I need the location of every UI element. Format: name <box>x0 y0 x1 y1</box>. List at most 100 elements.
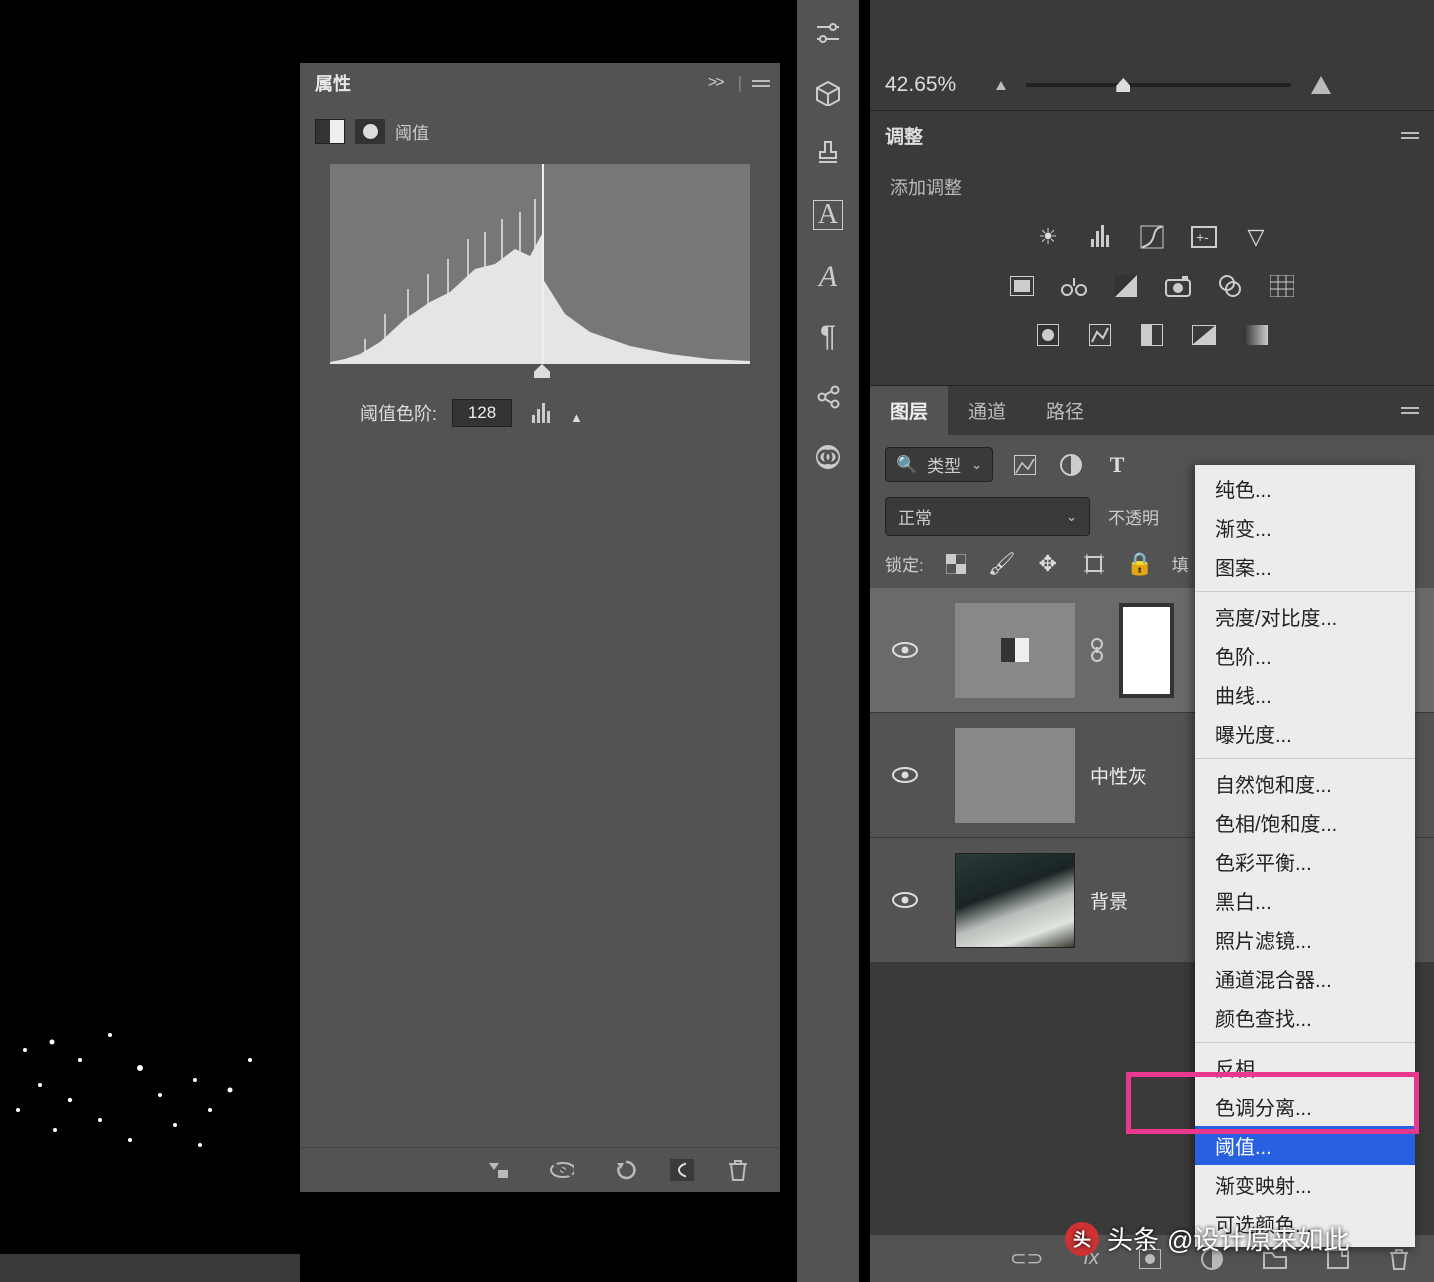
layer-filter-select[interactable]: 🔍 类型 ⌄ <box>885 447 993 482</box>
threshold-adjustment-icon <box>315 119 345 144</box>
photo-filter-icon[interactable] <box>1164 273 1192 298</box>
filter-pixel-icon[interactable] <box>1011 452 1039 477</box>
paragraph-icon[interactable]: ¶ <box>813 324 843 350</box>
character-panel-icon[interactable]: A <box>813 200 843 230</box>
posterize-icon[interactable] <box>1086 322 1114 347</box>
exposure-icon[interactable]: +- <box>1190 224 1218 249</box>
adjustments-menu-icon[interactable] <box>1401 129 1419 142</box>
layer-mask-thumbnail[interactable] <box>1119 603 1174 698</box>
lock-transparent-icon[interactable] <box>942 551 970 576</box>
hue-sat-icon[interactable] <box>1008 273 1036 298</box>
invert-icon[interactable] <box>1034 322 1062 347</box>
lock-artboard-icon[interactable] <box>1080 551 1108 576</box>
stamp-icon[interactable] <box>813 140 843 166</box>
delete-layer-icon[interactable] <box>1389 1248 1409 1270</box>
context-menu-item[interactable]: 照片滤镜... <box>1195 920 1415 959</box>
watermark: 头 头条 @设计原来如此 <box>1065 1220 1349 1257</box>
context-menu-item[interactable]: 渐变... <box>1195 508 1415 547</box>
visibility-icon[interactable] <box>870 767 940 783</box>
tab-layers[interactable]: 图层 <box>870 386 948 435</box>
share-icon[interactable] <box>813 384 843 410</box>
layer-name[interactable]: 背景 <box>1090 887 1128 914</box>
vibrance-icon[interactable]: ▽ <box>1242 224 1270 249</box>
lock-position-icon[interactable]: ✥ <box>1034 551 1062 576</box>
context-menu-item[interactable]: 色彩平衡... <box>1195 842 1415 881</box>
layers-menu-icon[interactable] <box>1401 404 1419 417</box>
properties-header: 属性 >> | <box>300 63 780 103</box>
layer-name[interactable]: 中性灰 <box>1090 762 1147 789</box>
link-layers-icon[interactable]: ⊂⊃ <box>1010 1246 1044 1271</box>
context-menu-item[interactable]: 纯色... <box>1195 469 1415 508</box>
adjustment-type-label: 阈值 <box>395 119 429 144</box>
visibility-icon[interactable] <box>870 642 940 658</box>
context-menu-item[interactable]: 曲线... <box>1195 675 1415 714</box>
context-menu-item[interactable]: 亮度/对比度... <box>1195 597 1415 636</box>
selective-color-icon[interactable] <box>1242 322 1270 347</box>
lock-all-icon[interactable]: 🔒 <box>1126 551 1154 576</box>
context-menu-item[interactable]: 自然饱和度... <box>1195 764 1415 803</box>
opacity-label: 不透明 <box>1108 504 1159 529</box>
filter-type-icon[interactable]: T <box>1103 452 1131 477</box>
panel-menu-icon[interactable] <box>752 77 770 90</box>
svg-text:+-: +- <box>1196 229 1209 245</box>
context-menu-item[interactable]: 颜色查找... <box>1195 998 1415 1037</box>
blend-mode-select[interactable]: 正常 ⌄ <box>885 497 1090 536</box>
watermark-text: @设计原来如此 <box>1167 1220 1349 1257</box>
annotation-highlight <box>1126 1072 1419 1134</box>
lock-label: 锁定: <box>885 551 924 576</box>
reset-icon[interactable] <box>614 1159 638 1181</box>
adjustments-header: 调整 <box>870 110 1434 160</box>
layer-thumbnail[interactable] <box>955 728 1075 823</box>
context-menu-item[interactable]: 图案... <box>1195 547 1415 586</box>
context-menu-item[interactable]: 曝光度... <box>1195 714 1415 753</box>
layer-thumbnail[interactable] <box>955 853 1075 948</box>
context-menu-separator <box>1195 591 1415 592</box>
sliders-icon[interactable] <box>813 20 843 46</box>
toggle-visibility-icon[interactable] <box>670 1159 694 1181</box>
lock-pixels-icon[interactable]: 🖌 <box>988 551 1016 576</box>
blend-mode-value: 正常 <box>898 504 932 529</box>
clip-to-layer-icon[interactable] <box>486 1159 510 1181</box>
properties-footer <box>300 1147 780 1192</box>
context-menu-item[interactable]: 黑白... <box>1195 881 1415 920</box>
view-previous-icon[interactable] <box>550 1159 574 1181</box>
collapse-button[interactable]: >> <box>708 74 738 92</box>
channel-mixer-icon[interactable] <box>1216 273 1244 298</box>
visibility-icon[interactable] <box>870 892 940 908</box>
color-balance-icon[interactable] <box>1060 273 1088 298</box>
context-menu-item[interactable]: 通道混合器... <box>1195 959 1415 998</box>
navigator-zoom-row: 42.65% <box>870 30 1434 110</box>
threshold-preset-icon[interactable] <box>1138 322 1166 347</box>
zoom-value: 42.65% <box>885 73 956 97</box>
cube-3d-icon[interactable] <box>813 80 843 106</box>
threshold-label: 阈值色阶: <box>360 400 437 426</box>
trash-icon[interactable] <box>726 1159 750 1181</box>
brightness-icon[interactable]: ☀ <box>1034 224 1062 249</box>
zoom-in-icon[interactable] <box>1311 76 1331 94</box>
tab-paths[interactable]: 路径 <box>1026 386 1104 435</box>
color-lookup-icon[interactable] <box>1268 273 1296 298</box>
gradient-map-icon[interactable] <box>1190 322 1218 347</box>
context-menu-item[interactable]: 渐变映射... <box>1195 1165 1415 1204</box>
layer-thumbnail[interactable] <box>955 603 1075 698</box>
context-menu-item[interactable]: 色相/饱和度... <box>1195 803 1415 842</box>
chevron-down-icon: ⌄ <box>971 457 982 473</box>
watermark-logo-icon: 头 <box>1065 1222 1099 1256</box>
black-white-icon[interactable] <box>1112 273 1140 298</box>
cc-libraries-icon[interactable] <box>813 444 843 470</box>
glyphs-icon[interactable]: A <box>813 264 843 290</box>
filter-adjustment-icon[interactable] <box>1057 452 1085 477</box>
curves-icon[interactable] <box>1138 224 1166 249</box>
context-menu-item[interactable]: 色阶... <box>1195 636 1415 675</box>
zoom-slider[interactable] <box>1026 83 1291 87</box>
levels-icon[interactable] <box>1086 224 1114 249</box>
layer-mask-icon[interactable] <box>355 119 385 144</box>
document-canvas[interactable] <box>0 0 300 1282</box>
adjustments-title: 调整 <box>885 122 923 149</box>
link-icon[interactable] <box>1090 638 1104 662</box>
tab-channels[interactable]: 通道 <box>948 386 1026 435</box>
threshold-value-input[interactable] <box>452 399 512 427</box>
threshold-histogram[interactable] <box>330 164 750 364</box>
zoom-out-icon[interactable] <box>996 81 1006 90</box>
properties-panel: 属性 >> | 阈值 <box>300 63 780 1192</box>
